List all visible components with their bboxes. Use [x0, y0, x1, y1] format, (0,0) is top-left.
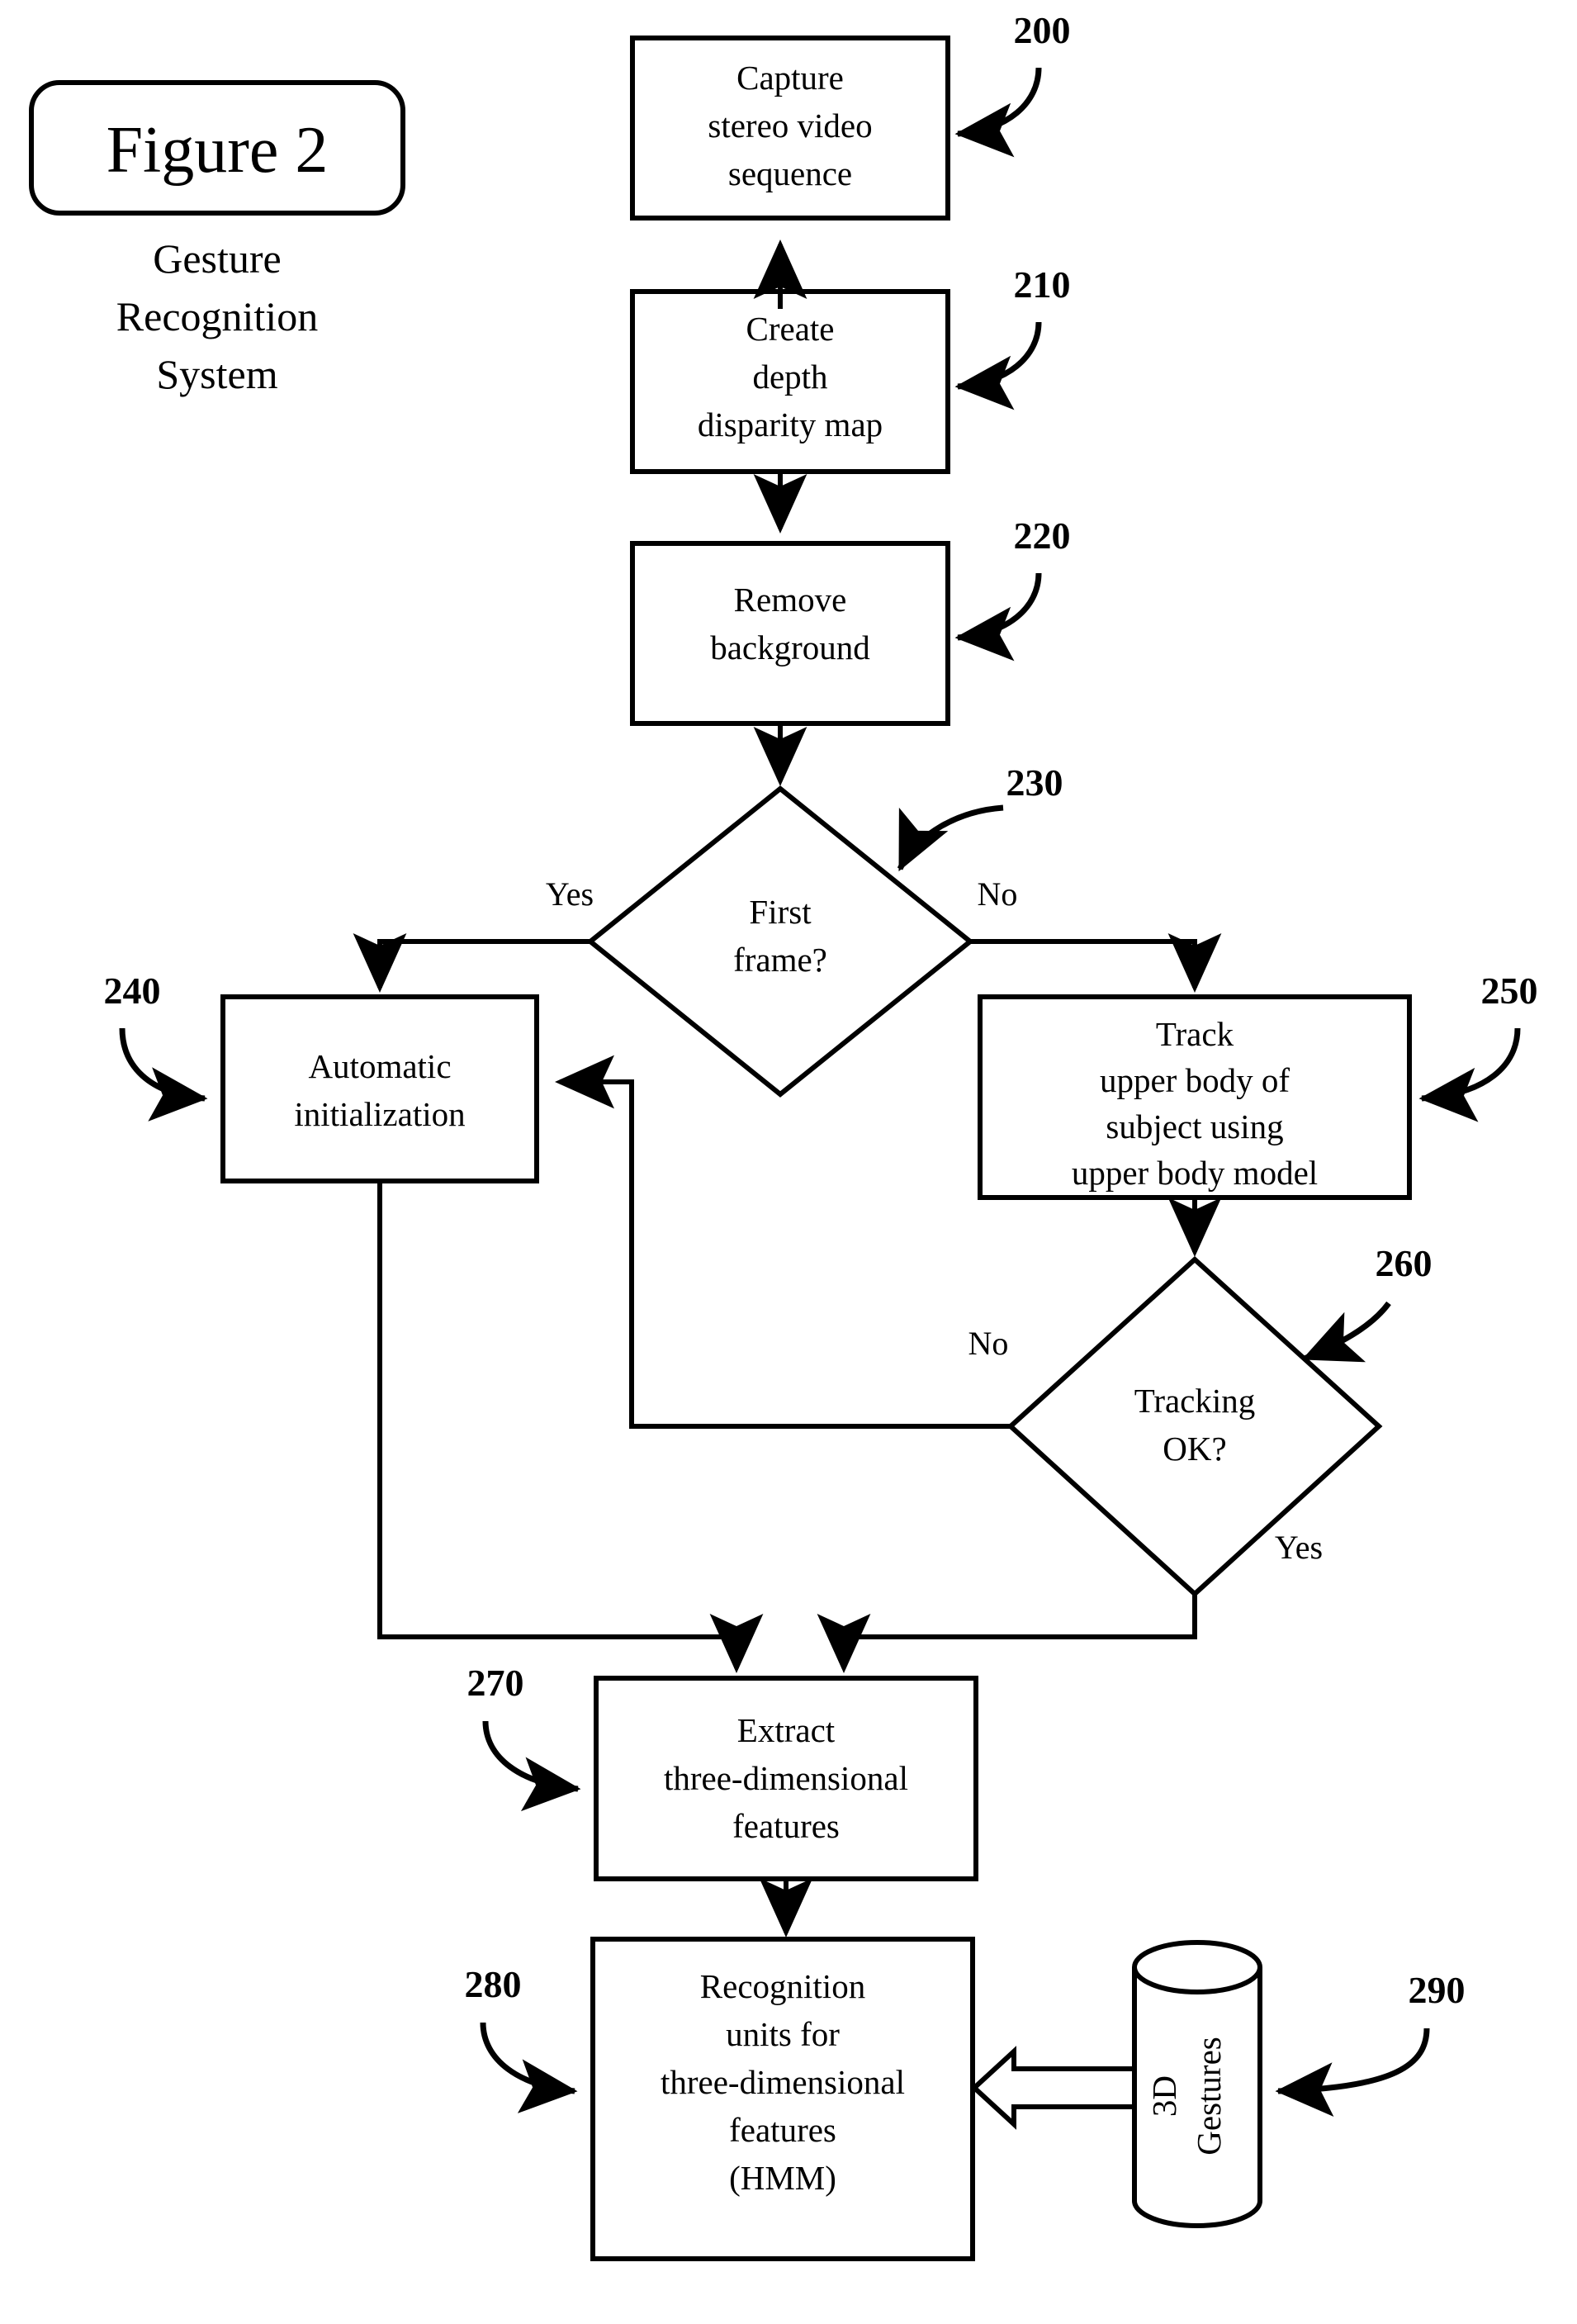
- label-tracking-no: No: [968, 1325, 1009, 1362]
- tracking-ok-line-1: Tracking: [1134, 1382, 1256, 1420]
- leader-270: [482, 1720, 581, 1812]
- ref-230: 230: [1006, 761, 1063, 804]
- database-label-line-2: Gestures: [1190, 2037, 1228, 2155]
- recognition-line-3: three-dimensional: [661, 2063, 905, 2101]
- ref-210: 210: [1014, 263, 1071, 306]
- node-recognition-units: Recognition units for three-dimensional …: [465, 1937, 975, 2261]
- extract-line-3: features: [732, 1807, 840, 1845]
- recognition-line-4: features: [729, 2111, 836, 2149]
- leader-200: [954, 67, 1042, 158]
- depth-map-line-3: disparity map: [698, 406, 883, 443]
- edge-trackingok-no-to-autoinit: [555, 1055, 1011, 1429]
- auto-init-line-2: initialization: [294, 1095, 465, 1133]
- flowchart-canvas: Figure 2 Gesture Recognition System Capt…: [29, 9, 1538, 2261]
- edge-trackingok-yes-to-extract: [817, 1594, 1197, 1673]
- figure-title-plate: Figure 2 Gesture Recognition System: [29, 80, 405, 397]
- remove-background-line-2: background: [710, 628, 870, 666]
- remove-background-line-1: Remove: [734, 581, 847, 619]
- patent-figure-page: Figure 2 Gesture Recognition System Capt…: [0, 0, 1577, 2324]
- label-tracking-yes: Yes: [1275, 1529, 1323, 1566]
- leader-240: [119, 1027, 208, 1122]
- figure-subtitle-line-2: Recognition: [116, 293, 318, 339]
- extract-line-1: Extract: [737, 1711, 836, 1749]
- label-first-frame-yes: Yes: [546, 875, 594, 913]
- depth-map-line-1: Create: [746, 310, 835, 348]
- node-create-depth-map: Create depth disparity map 210: [630, 263, 1071, 474]
- node-first-frame-decision: First frame? 230 Yes No: [546, 761, 1063, 1098]
- leader-230: [897, 804, 1004, 872]
- node-automatic-initialization: Automatic initialization 240: [104, 970, 539, 1183]
- track-line-3: subject using: [1106, 1107, 1283, 1145]
- first-frame-line-1: First: [749, 893, 812, 931]
- ref-220: 220: [1014, 515, 1071, 557]
- ref-290: 290: [1409, 1969, 1466, 2011]
- capture-line-2: stereo video: [708, 107, 872, 145]
- tracking-ok-line-2: OK?: [1163, 1430, 1226, 1468]
- track-line-4: upper body model: [1072, 1154, 1318, 1192]
- first-frame-line-2: frame?: [733, 941, 827, 979]
- ref-280: 280: [465, 1963, 522, 2005]
- label-first-frame-no: No: [978, 875, 1018, 913]
- ref-270: 270: [467, 1662, 524, 1704]
- auto-init-line-1: Automatic: [308, 1047, 451, 1085]
- leader-210: [954, 321, 1042, 410]
- node-gesture-database: 3D Gestures 290: [1132, 1940, 1466, 2228]
- figure-subtitle-line-1: Gesture: [153, 235, 282, 282]
- edge-firstframe-no-to-track: [970, 933, 1222, 993]
- track-line-1: Track: [1156, 1015, 1234, 1053]
- leader-280: [480, 2022, 578, 2113]
- ref-260: 260: [1376, 1242, 1433, 1284]
- figure-title: Figure 2: [107, 114, 329, 187]
- recognition-line-5: (HMM): [729, 2159, 836, 2197]
- tracking-ok-diamond: [1006, 1255, 1383, 1598]
- ref-240: 240: [104, 970, 161, 1012]
- node-track-upper-body: Track upper body of subject using upper …: [978, 970, 1538, 1200]
- node-remove-background: Remove background 220: [630, 515, 1071, 726]
- recognition-line-1: Recognition: [700, 1967, 865, 2005]
- database-label-line-1: 3D: [1145, 2075, 1183, 2117]
- capture-line-3: sequence: [728, 154, 852, 192]
- leader-220: [954, 572, 1042, 662]
- database-feed-block-arrow: [970, 2046, 1137, 2130]
- ref-250: 250: [1481, 970, 1538, 1012]
- node-extract-features: Extract three-dimensional features 270: [467, 1662, 978, 1881]
- figure-subtitle-line-3: System: [156, 351, 277, 397]
- node-tracking-ok-decision: Tracking OK? 260 No Yes: [968, 1242, 1433, 1598]
- capture-line-1: Capture: [736, 59, 844, 97]
- leader-250: [1418, 1027, 1521, 1122]
- cylinder-top: [1132, 1940, 1262, 1994]
- extract-line-2: three-dimensional: [664, 1759, 908, 1797]
- recognition-line-2: units for: [726, 2015, 840, 2053]
- leader-290: [1275, 2028, 1430, 2118]
- edge-firstframe-yes-to-autoinit: [353, 933, 590, 993]
- leader-260: [1301, 1301, 1391, 1363]
- depth-map-line-2: depth: [752, 358, 827, 396]
- node-capture-stereo-video: Capture stereo video sequence 200: [630, 9, 1071, 221]
- auto-init-box: [220, 994, 539, 1183]
- track-line-2: upper body of: [1100, 1061, 1290, 1099]
- ref-200: 200: [1014, 9, 1071, 51]
